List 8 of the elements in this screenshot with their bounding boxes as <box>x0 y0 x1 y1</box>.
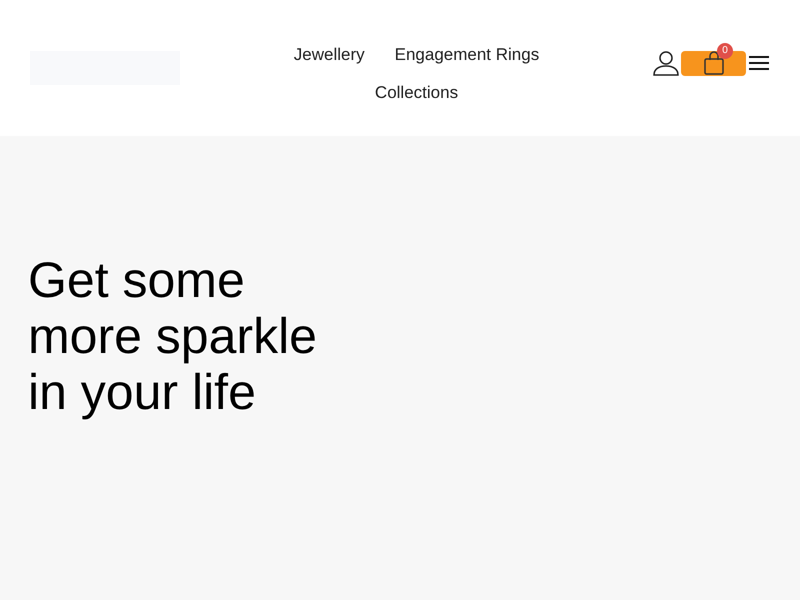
cart-count-badge: 0 <box>717 42 733 58</box>
hero-heading: Get some more sparkle in your life <box>28 252 318 420</box>
nav-link[interactable]: Jewellery <box>294 36 365 74</box>
nav-link[interactable]: Engagement Rings <box>394 36 540 74</box>
menu-icon[interactable] <box>748 54 770 72</box>
bag-icon <box>704 51 724 75</box>
nav-link[interactable]: Collections <box>374 74 458 112</box>
user-icon[interactable] <box>653 50 679 76</box>
